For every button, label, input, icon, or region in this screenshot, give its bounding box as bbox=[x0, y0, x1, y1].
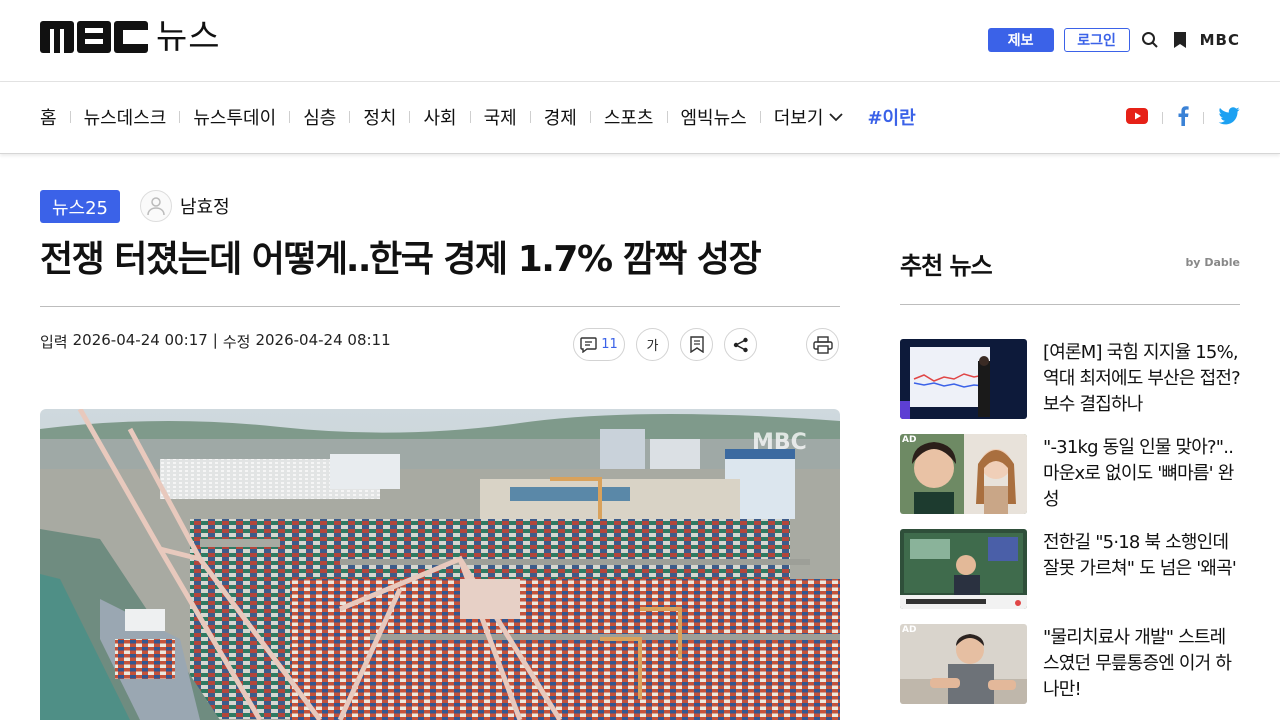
nav-economy[interactable]: 경제 bbox=[544, 104, 577, 130]
nav-newstoday[interactable]: 뉴스투데이 bbox=[193, 104, 276, 130]
ad-label: AD bbox=[902, 625, 917, 635]
mbc-news-logo[interactable]: 뉴스 bbox=[40, 20, 221, 54]
nav-hashtag[interactable]: #이란 bbox=[867, 104, 915, 130]
mbc-logo-mark bbox=[40, 21, 149, 53]
recommended-news-list: [여론M] 국힘 지지율 15%, 역대 최저에도 부산은 접전? 보수 결집하… bbox=[900, 339, 1241, 719]
article-headline: 전쟁 터졌는데 어떻게‥한국 경제 1.7% 깜짝 성장 bbox=[40, 239, 762, 280]
font-size-button[interactable]: 가 bbox=[636, 328, 669, 361]
ad-label: AD bbox=[902, 435, 917, 445]
article-tools: 11 가 bbox=[573, 328, 757, 361]
nav-society[interactable]: 사회 bbox=[423, 104, 456, 130]
recommended-divider bbox=[900, 304, 1240, 305]
comment-count: 11 bbox=[601, 337, 618, 352]
list-item[interactable]: AD "물리치료사 개발" 스트레스였던 무릎통증엔 이거 하나만! bbox=[900, 624, 1240, 719]
news-thumbnail: AD bbox=[900, 434, 1027, 514]
edit-label: 수정 bbox=[222, 333, 251, 351]
scrap-button[interactable] bbox=[680, 328, 713, 361]
news-thumbnail: AD bbox=[900, 624, 1027, 704]
share-button[interactable] bbox=[724, 328, 757, 361]
svg-text:MBC: MBC bbox=[752, 430, 807, 455]
site-header: 뉴스 제보 로그인 MBC bbox=[0, 0, 1280, 82]
news-headline: "-31kg 동일 인물 맞아?".. 마운x로 없이도 '뼈마름' 완성 bbox=[1043, 437, 1234, 510]
print-button[interactable] bbox=[806, 328, 839, 361]
author-info[interactable]: 남효정 bbox=[140, 190, 230, 222]
nav-home[interactable]: 홈 bbox=[40, 104, 57, 130]
chevron-down-icon bbox=[829, 112, 844, 121]
logo-news-text: 뉴스 bbox=[156, 17, 221, 57]
date-separator: | bbox=[212, 331, 218, 349]
program-badge[interactable]: 뉴스25 bbox=[40, 190, 120, 223]
facebook-icon[interactable] bbox=[1177, 106, 1189, 130]
recommended-news-title: 추천 뉴스 bbox=[900, 252, 993, 280]
list-item[interactable]: [여론M] 국힘 지지율 15%, 역대 최저에도 부산은 접전? 보수 결집하… bbox=[900, 339, 1241, 434]
bookmark-icon[interactable] bbox=[1170, 30, 1190, 50]
news-thumbnail bbox=[900, 339, 1027, 419]
headline-divider bbox=[40, 306, 840, 307]
nav-mbig-news[interactable]: 엠빅뉴스 bbox=[681, 104, 747, 130]
nav-more-button[interactable]: 더보기 bbox=[774, 104, 844, 130]
nav-newsdesk[interactable]: 뉴스데스크 bbox=[84, 104, 167, 130]
printer-icon bbox=[812, 335, 833, 354]
twitter-icon[interactable] bbox=[1218, 107, 1240, 129]
dable-logo: Dable bbox=[1204, 256, 1240, 269]
comment-button[interactable]: 11 bbox=[573, 328, 625, 361]
author-name: 남효정 bbox=[180, 197, 230, 218]
input-label: 입력 bbox=[40, 333, 68, 351]
input-date: 2026-04-24 00:17 bbox=[72, 331, 208, 349]
nav-sports[interactable]: 스포츠 bbox=[604, 104, 654, 130]
dable-credit[interactable]: by Dable bbox=[1185, 256, 1240, 269]
comment-icon bbox=[580, 336, 597, 353]
news-headline: [여론M] 국힘 지지율 15%, 역대 최저에도 부산은 접전? 보수 결집하… bbox=[1043, 342, 1241, 415]
search-icon[interactable] bbox=[1140, 30, 1160, 50]
nav-international[interactable]: 국제 bbox=[484, 104, 517, 130]
tip-button[interactable]: 제보 bbox=[987, 28, 1054, 52]
nav-politics[interactable]: 정치 bbox=[363, 104, 396, 130]
mbc-home-link[interactable]: MBC bbox=[1200, 31, 1240, 49]
nav-indepth[interactable]: 심층 bbox=[303, 104, 336, 130]
nav-more-label: 더보기 bbox=[773, 108, 824, 129]
article-main-photo: MBC bbox=[40, 409, 840, 720]
news-headline: "물리치료사 개발" 스트레스였던 무릎통증엔 이거 하나만! bbox=[1043, 627, 1232, 700]
edit-date: 2026-04-24 08:11 bbox=[255, 331, 391, 349]
article-dates: 입력 2026-04-24 00:17 | 수정 2026-04-24 08:1… bbox=[40, 331, 391, 352]
list-item[interactable]: AD "-31kg 동일 인물 맞아?".. 마운x로 없이도 '뼈마름' 완성 bbox=[900, 434, 1240, 529]
youtube-icon[interactable] bbox=[1126, 108, 1148, 128]
list-item[interactable]: 전한길 "5·18 북 소행인데 잘못 가르쳐" 도 넘은 '왜곡' bbox=[900, 529, 1240, 624]
login-button[interactable]: 로그인 bbox=[1063, 28, 1130, 52]
dable-by: by bbox=[1185, 256, 1201, 269]
bookmark-outline-icon bbox=[689, 336, 704, 353]
news-headline: 전한길 "5·18 북 소행인데 잘못 가르쳐" 도 넘은 '왜곡' bbox=[1043, 532, 1237, 579]
avatar bbox=[140, 190, 172, 222]
main-nav: 홈 뉴스데스크 뉴스투데이 심층 정치 사회 국제 경제 스포츠 엠빅뉴스 더보… bbox=[0, 82, 1280, 154]
share-icon bbox=[733, 337, 748, 352]
news-thumbnail bbox=[900, 529, 1027, 609]
